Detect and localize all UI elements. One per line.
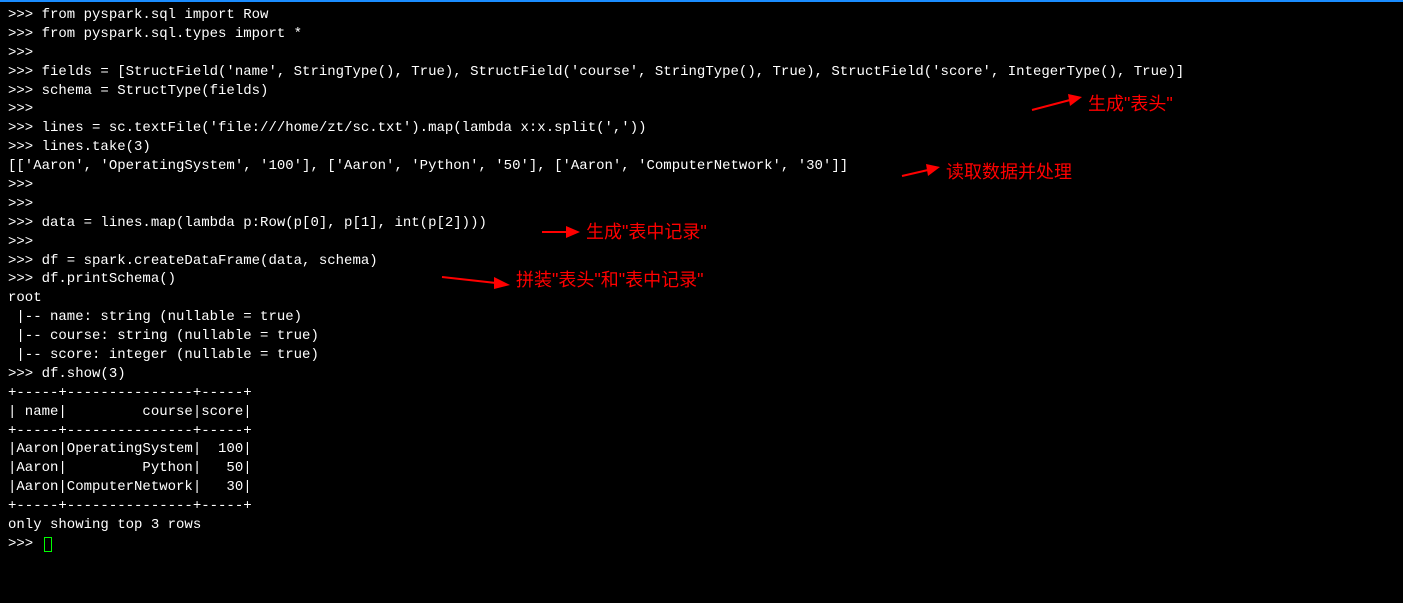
terminal-line: >>> df.printSchema() — [8, 270, 1395, 289]
terminal-line: +-----+---------------+-----+ — [8, 497, 1395, 516]
terminal-line: >>> schema = StructType(fields) — [8, 82, 1395, 101]
terminal-line: >>> — [8, 100, 1395, 119]
terminal-line: |-- name: string (nullable = true) — [8, 308, 1395, 327]
terminal-line: >>> fields = [StructField('name', String… — [8, 63, 1395, 82]
terminal-line: root — [8, 289, 1395, 308]
terminal-line: [['Aaron', 'OperatingSystem', '100'], ['… — [8, 157, 1395, 176]
cursor — [44, 537, 52, 552]
terminal-line: >>> lines = sc.textFile('file:///home/zt… — [8, 119, 1395, 138]
terminal-line: +-----+---------------+-----+ — [8, 384, 1395, 403]
terminal-line: |Aaron|ComputerNetwork| 30| — [8, 478, 1395, 497]
terminal-line: >>> data = lines.map(lambda p:Row(p[0], … — [8, 214, 1395, 233]
terminal-line: >>> — [8, 233, 1395, 252]
terminal-line: >>> lines.take(3) — [8, 138, 1395, 157]
terminal-line: |-- course: string (nullable = true) — [8, 327, 1395, 346]
terminal-line: >>> df = spark.createDataFrame(data, sch… — [8, 252, 1395, 271]
terminal-line: >>> from pyspark.sql.types import * — [8, 25, 1395, 44]
terminal-line: | name| course|score| — [8, 403, 1395, 422]
terminal-line: >>> — [8, 176, 1395, 195]
terminal-line: +-----+---------------+-----+ — [8, 422, 1395, 441]
terminal-line: |Aaron|OperatingSystem| 100| — [8, 440, 1395, 459]
terminal-line: only showing top 3 rows — [8, 516, 1395, 535]
terminal-line: >>> from pyspark.sql import Row — [8, 6, 1395, 25]
terminal-line: >>> — [8, 44, 1395, 63]
terminal-output[interactable]: >>> from pyspark.sql import Row>>> from … — [8, 6, 1395, 554]
terminal-line: >>> — [8, 195, 1395, 214]
terminal-line: |-- score: integer (nullable = true) — [8, 346, 1395, 365]
terminal-line: >>> — [8, 535, 1395, 554]
terminal-line: |Aaron| Python| 50| — [8, 459, 1395, 478]
terminal-line: >>> df.show(3) — [8, 365, 1395, 384]
